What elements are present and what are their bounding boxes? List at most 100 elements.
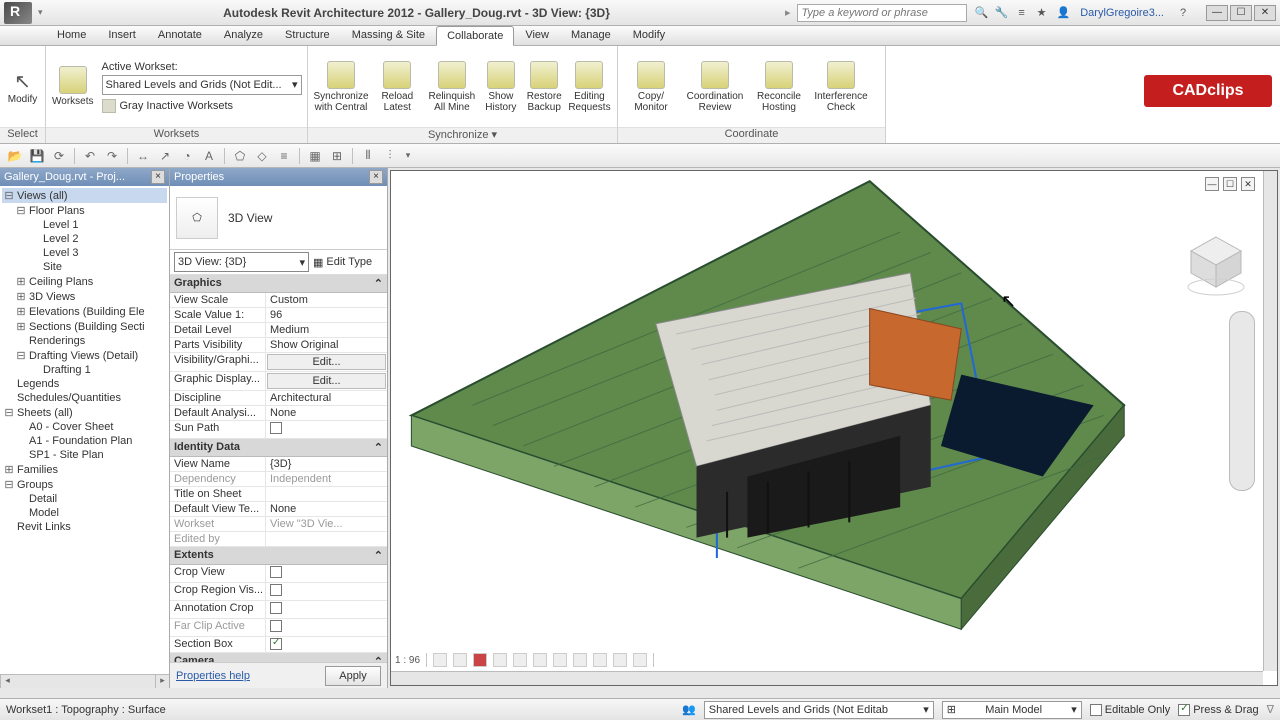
- property-row[interactable]: View Name{3D}: [170, 457, 387, 472]
- tree-item[interactable]: Level 2: [2, 232, 167, 246]
- undo-icon[interactable]: ↶: [81, 147, 99, 165]
- qat-dropdown-icon[interactable]: ▾: [38, 7, 48, 18]
- temp-hide-icon[interactable]: [593, 653, 607, 667]
- section-icon[interactable]: ◇: [253, 147, 271, 165]
- search-icon[interactable]: 🔍: [973, 4, 991, 22]
- interference-button[interactable]: Interference Check: [808, 59, 874, 115]
- measure-icon[interactable]: ↔: [134, 147, 152, 165]
- tag-icon[interactable]: ◔: [178, 147, 196, 165]
- property-row[interactable]: Graphic Display...Edit...: [170, 372, 387, 391]
- crop-region-icon[interactable]: [553, 653, 567, 667]
- property-group-header[interactable]: Extents⌃: [170, 547, 387, 565]
- switch-icon[interactable]: ⊞: [328, 147, 346, 165]
- sun-path-icon[interactable]: [473, 653, 487, 667]
- tree-item[interactable]: SP1 - Site Plan: [2, 448, 167, 462]
- qat-more-icon[interactable]: ▾: [403, 147, 413, 165]
- tab-structure[interactable]: Structure: [274, 25, 341, 45]
- type-selector-combo[interactable]: 3D View: {3D}▾: [174, 252, 309, 272]
- help-icon[interactable]: ?: [1174, 4, 1192, 22]
- navigation-bar[interactable]: [1229, 311, 1255, 491]
- tree-item[interactable]: ⊞Families: [2, 462, 167, 477]
- tree-item[interactable]: Level 1: [2, 218, 167, 232]
- property-row[interactable]: Title on Sheet: [170, 487, 387, 502]
- editing-requests-button[interactable]: Editing Requests: [566, 59, 613, 115]
- reload-latest-button[interactable]: Reload Latest: [370, 59, 425, 115]
- tree-item[interactable]: Site: [2, 260, 167, 274]
- key-icon[interactable]: 🔧: [993, 4, 1011, 22]
- tree-item[interactable]: ⊟Views (all): [2, 188, 167, 203]
- view-max-icon[interactable]: ☐: [1223, 177, 1237, 191]
- relinquish-button[interactable]: Relinquish All Mine: [425, 59, 480, 115]
- property-row[interactable]: Scale Value 1:96: [170, 308, 387, 323]
- tree-item[interactable]: ⊟Drafting Views (Detail): [2, 348, 167, 363]
- property-row[interactable]: Far Clip Active: [170, 619, 387, 637]
- tab-collaborate[interactable]: Collaborate: [436, 26, 514, 46]
- edit-type-button[interactable]: ▦Edit Type: [313, 252, 383, 272]
- app-menu-icon[interactable]: [4, 2, 32, 24]
- show-history-button[interactable]: Show History: [479, 59, 522, 115]
- press-drag-checkbox[interactable]: Press & Drag: [1178, 704, 1258, 716]
- tree-item[interactable]: A0 - Cover Sheet: [2, 420, 167, 434]
- lock-icon[interactable]: [573, 653, 587, 667]
- viewport-scrollbar-h[interactable]: [391, 671, 1263, 685]
- property-row[interactable]: DisciplineArchitectural: [170, 391, 387, 406]
- filter-icon[interactable]: ∇: [1267, 703, 1274, 716]
- crop-icon[interactable]: [533, 653, 547, 667]
- properties-close-icon[interactable]: ×: [369, 170, 383, 184]
- property-row[interactable]: Detail LevelMedium: [170, 323, 387, 338]
- tree-item[interactable]: Drafting 1: [2, 363, 167, 377]
- property-row[interactable]: Default Analysi...None: [170, 406, 387, 421]
- tree-item[interactable]: ⊞Ceiling Plans: [2, 274, 167, 289]
- editable-only-checkbox[interactable]: Editable Only: [1090, 704, 1170, 716]
- close-button[interactable]: ✕: [1254, 5, 1276, 21]
- restore-backup-button[interactable]: Restore Backup: [523, 59, 566, 115]
- property-row[interactable]: Parts VisibilityShow Original: [170, 338, 387, 353]
- tab-modify[interactable]: Modify: [622, 25, 676, 45]
- redo-icon[interactable]: ↷: [103, 147, 121, 165]
- tab-view[interactable]: View: [514, 25, 560, 45]
- visual-style-icon[interactable]: [453, 653, 467, 667]
- gray-inactive-button[interactable]: Gray Inactive Worksets: [102, 99, 302, 113]
- rendering-icon[interactable]: [513, 653, 527, 667]
- tree-item[interactable]: ⊞3D Views: [2, 289, 167, 304]
- 3d-icon[interactable]: ⬠: [231, 147, 249, 165]
- worksharing-display-icon[interactable]: [633, 653, 647, 667]
- star-icon[interactable]: ★: [1033, 4, 1051, 22]
- property-row[interactable]: Default View Te...None: [170, 502, 387, 517]
- close-hidden-icon[interactable]: ▦: [306, 147, 324, 165]
- property-row[interactable]: Visibility/Graphi...Edit...: [170, 353, 387, 372]
- browser-scrollbar[interactable]: ◂▸: [0, 674, 169, 688]
- reconcile-button[interactable]: Reconcile Hosting: [750, 59, 808, 115]
- tree-item[interactable]: ⊟Floor Plans: [2, 203, 167, 218]
- exchange-icon[interactable]: ≡: [1013, 4, 1031, 22]
- property-row[interactable]: DependencyIndependent: [170, 472, 387, 487]
- user-name[interactable]: DarylGregoire3...: [1080, 7, 1164, 19]
- property-row[interactable]: WorksetView "3D Vie...: [170, 517, 387, 532]
- tree-item[interactable]: Legends: [2, 377, 167, 391]
- open-icon[interactable]: 📂: [6, 147, 24, 165]
- text-icon[interactable]: A: [200, 147, 218, 165]
- apply-button[interactable]: Apply: [325, 666, 381, 686]
- tree-item[interactable]: A1 - Foundation Plan: [2, 434, 167, 448]
- maximize-button[interactable]: ☐: [1230, 5, 1252, 21]
- tree-item[interactable]: ⊞Elevations (Building Ele: [2, 304, 167, 319]
- thin-lines-icon[interactable]: ≡: [275, 147, 293, 165]
- detail-level-icon[interactable]: [433, 653, 447, 667]
- tree-item[interactable]: Revit Links: [2, 520, 167, 534]
- property-row[interactable]: Crop View: [170, 565, 387, 583]
- view-min-icon[interactable]: —: [1205, 177, 1219, 191]
- viewport-scrollbar-v[interactable]: [1263, 171, 1277, 671]
- help-search-input[interactable]: [797, 4, 967, 22]
- status-workset-combo[interactable]: Shared Levels and Grids (Not Editab▾: [704, 701, 934, 719]
- property-row[interactable]: Section Box: [170, 637, 387, 653]
- property-row[interactable]: Edited by: [170, 532, 387, 547]
- property-row[interactable]: Sun Path: [170, 421, 387, 439]
- property-row[interactable]: Annotation Crop: [170, 601, 387, 619]
- property-row[interactable]: Crop Region Vis...: [170, 583, 387, 601]
- view-close-icon[interactable]: ✕: [1241, 177, 1255, 191]
- tab-annotate[interactable]: Annotate: [147, 25, 213, 45]
- property-grid[interactable]: Graphics⌃View ScaleCustomScale Value 1:9…: [170, 275, 387, 662]
- tree-item[interactable]: Level 3: [2, 246, 167, 260]
- property-group-header[interactable]: Identity Data⌃: [170, 439, 387, 457]
- tree-item[interactable]: ⊟Sheets (all): [2, 405, 167, 420]
